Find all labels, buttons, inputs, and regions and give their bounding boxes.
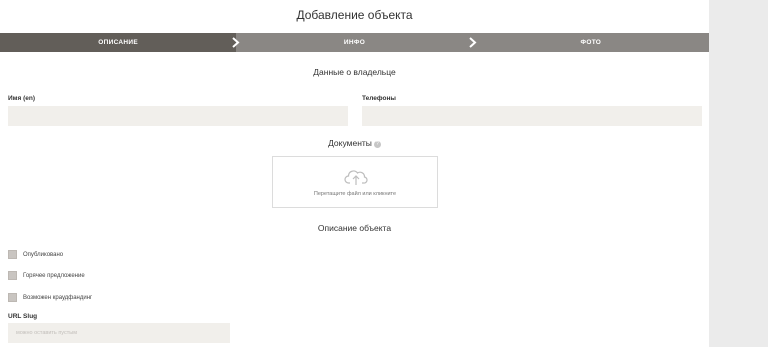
wizard-steps: ОПИСАНИЕ ИНФО ФОТО	[0, 33, 709, 52]
slug-label: URL Slug	[8, 313, 38, 320]
step-description[interactable]: ОПИСАНИЕ	[0, 33, 240, 52]
documents-title: Документы?	[0, 138, 709, 148]
slug-placeholder: можно оставить пустым	[16, 330, 77, 336]
checkbox-box[interactable]	[8, 271, 17, 280]
dropzone-hint: Перетащите файл или кликните	[313, 191, 397, 197]
name-label: Имя (en)	[8, 95, 35, 102]
documents-title-label: Документы	[328, 138, 372, 148]
slug-input[interactable]: можно оставить пустым	[8, 323, 230, 343]
document-dropzone[interactable]: Перетащите файл или кликните	[272, 156, 438, 208]
checkbox-crowdfunding[interactable]: Возможен краудфандинг	[8, 293, 92, 302]
step-photo[interactable]: ФОТО	[473, 33, 709, 52]
owner-section-title: Данные о владельце	[313, 67, 396, 77]
cloud-upload-icon	[344, 170, 368, 185]
checkbox-label: Горячее предложение	[23, 272, 85, 279]
object-section-title: Описание объекта	[317, 223, 392, 233]
chevron-right-icon	[468, 37, 477, 48]
checkbox-hot-offer[interactable]: Горячее предложение	[8, 271, 85, 280]
step-info-label: ИНФО	[343, 39, 366, 46]
help-icon[interactable]: ?	[373, 141, 381, 148]
page: Добавление объекта ОПИСАНИЕ ИНФО ФОТО Да…	[0, 0, 709, 347]
chevron-right-icon	[232, 37, 240, 48]
checkbox-box[interactable]	[8, 293, 17, 302]
phones-label: Телефоны	[362, 95, 396, 102]
step-photo-label: ФОТО	[580, 39, 602, 46]
step-description-label: ОПИСАНИЕ	[98, 39, 139, 46]
checkbox-label: Возможен краудфандинг	[23, 294, 93, 301]
step-info[interactable]: ИНФО	[236, 33, 477, 52]
checkbox-published[interactable]: Опубликовано	[8, 250, 63, 259]
checkbox-box[interactable]	[8, 250, 17, 259]
checkbox-label: Опубликовано	[23, 251, 64, 258]
page-title: Добавление объекта	[296, 8, 413, 22]
name-input[interactable]	[8, 106, 348, 126]
phones-input[interactable]	[362, 106, 702, 126]
